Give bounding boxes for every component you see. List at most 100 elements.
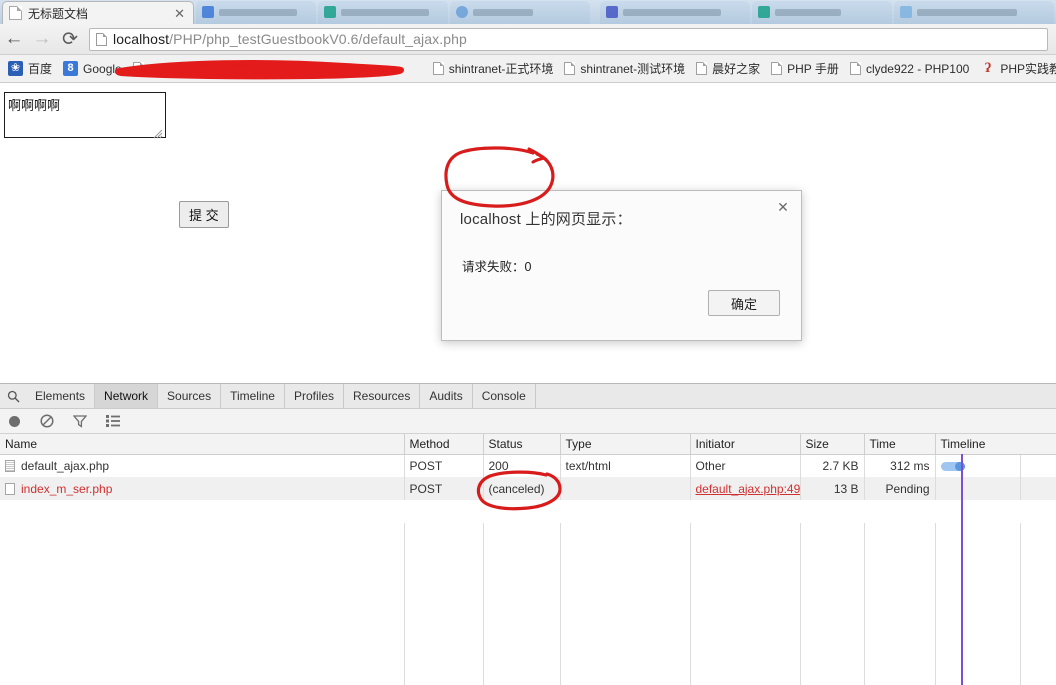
- document-icon: [5, 482, 15, 495]
- tab-resources[interactable]: Resources: [344, 384, 421, 408]
- bookmark-shintranet-prod[interactable]: shintranet-正式环境: [429, 58, 561, 79]
- column-header-name[interactable]: Name: [0, 434, 405, 455]
- tab-sources[interactable]: Sources: [158, 384, 222, 408]
- network-requests-table: Name Method Status Type Initiator Size T…: [0, 434, 1056, 685]
- google-icon: 8: [63, 61, 79, 76]
- page-viewport: 提 交 localhost 上的网页显示： ✕ 请求失败：0 确定: [0, 84, 1056, 383]
- tab-audits[interactable]: Audits: [420, 384, 473, 408]
- column-header-initiator[interactable]: Initiator: [690, 434, 801, 455]
- bookmark-google[interactable]: 8 Google: [59, 59, 129, 78]
- page-icon: [849, 62, 861, 75]
- bookmark-label: clyde922 - PHP100: [865, 61, 970, 76]
- table-header-row: Name Method Status Type Initiator Size T…: [0, 434, 1056, 455]
- cell-timeline: [935, 477, 1021, 500]
- cell-name[interactable]: index_m_ser.php: [0, 477, 405, 500]
- php-icon: ʔ: [984, 61, 991, 76]
- table-filler-row: [0, 592, 1056, 615]
- tab-elements[interactable]: Elements: [26, 384, 96, 408]
- submit-button[interactable]: 提 交: [179, 201, 229, 228]
- bookmark-label: 晨好之家: [712, 62, 761, 76]
- table-filler-row: [0, 500, 1056, 523]
- initiator-link[interactable]: default_ajax.php:49: [696, 482, 800, 496]
- page-info-icon[interactable]: [96, 32, 107, 46]
- timeline-divider-line: [961, 454, 963, 685]
- cell-method: POST: [404, 477, 484, 500]
- browser-tab-active[interactable]: 无标题文档 ✕: [2, 1, 194, 24]
- table-row[interactable]: default_ajax.php POST 200 text/html Othe…: [0, 454, 1056, 477]
- bookmark-label: shintranet-正式环境: [448, 62, 554, 76]
- bookmark-baidu[interactable]: ❀ 百度: [4, 58, 59, 79]
- cell-status: (canceled): [483, 477, 561, 500]
- column-header-timeline[interactable]: Timeline: [935, 434, 1056, 455]
- request-name: default_ajax.php: [21, 458, 110, 473]
- column-header-method[interactable]: Method: [404, 434, 484, 455]
- devtools-tab-bar: Elements Network Sources Timeline Profil…: [0, 384, 1056, 409]
- column-header-time[interactable]: Time: [864, 434, 936, 455]
- url-host: localhost: [113, 31, 170, 47]
- dialog-message: 请求失败：0: [462, 260, 532, 274]
- bookmark-label: PHP实践教程: [1000, 62, 1056, 76]
- network-toolbar: [0, 409, 1056, 434]
- document-icon: [5, 459, 15, 472]
- close-icon[interactable]: ✕: [774, 198, 792, 216]
- bookmark-chenhao-home[interactable]: 晨好之家: [692, 58, 767, 79]
- url-path: /PHP/php_testGuestbookV0.6/default_ajax.…: [169, 31, 467, 47]
- tab-blurred-3[interactable]: [450, 1, 590, 24]
- page-icon: [771, 62, 783, 75]
- cell-timeline-overflow: [1020, 477, 1056, 500]
- tab-blurred-2[interactable]: [318, 1, 448, 24]
- cell-time: Pending: [864, 477, 936, 500]
- search-icon[interactable]: [0, 384, 26, 408]
- cell-type: [560, 477, 691, 500]
- column-header-status[interactable]: Status: [483, 434, 561, 455]
- guestbook-message-textarea[interactable]: [4, 92, 166, 138]
- network-requests-table-wrapper[interactable]: Name Method Status Type Initiator Size T…: [0, 434, 1056, 685]
- clear-button[interactable]: [37, 411, 57, 431]
- page-icon: [132, 62, 144, 75]
- cell-type: text/html: [560, 454, 691, 477]
- cell-size: 13 B: [800, 477, 865, 500]
- tab-profiles[interactable]: Profiles: [285, 384, 344, 408]
- page-icon: [432, 62, 444, 75]
- cell-status: 200: [483, 454, 561, 477]
- bookmark-php-manual[interactable]: PHP 手册: [767, 58, 846, 79]
- page-icon: [696, 62, 708, 75]
- browser-window: 无标题文档 ✕ ← → ⟳ localhost/PHP/php_testGues…: [0, 0, 1056, 685]
- tab-network[interactable]: Network: [95, 384, 159, 408]
- cell-timeline: [935, 454, 1021, 477]
- tab-blurred-4[interactable]: [600, 1, 750, 24]
- reload-button[interactable]: ⟳: [56, 26, 84, 52]
- dialog-ok-button[interactable]: 确定: [708, 290, 780, 316]
- cell-name[interactable]: default_ajax.php: [0, 454, 405, 477]
- table-row[interactable]: index_m_ser.php POST (canceled) default_…: [0, 477, 1056, 500]
- bookmark-redacted[interactable]: [129, 60, 429, 78]
- tab-blurred-1[interactable]: [196, 1, 316, 24]
- forward-button[interactable]: →: [28, 26, 56, 52]
- tab-console[interactable]: Console: [473, 384, 536, 408]
- cell-initiator[interactable]: default_ajax.php:49: [690, 477, 801, 500]
- tab-blurred-5[interactable]: [752, 1, 892, 24]
- cell-size: 2.7 KB: [800, 454, 865, 477]
- cell-time: 312 ms: [864, 454, 936, 477]
- bookmark-php-tutorial[interactable]: ʔ PHP实践教程: [976, 58, 1056, 79]
- column-header-type[interactable]: Type: [560, 434, 691, 455]
- baidu-icon: ❀: [8, 61, 23, 76]
- cell-method: POST: [404, 454, 484, 477]
- bookmark-clyde922-php100[interactable]: clyde922 - PHP100: [846, 60, 976, 78]
- back-button[interactable]: ←: [0, 26, 28, 52]
- list-view-button[interactable]: [103, 411, 123, 431]
- record-button[interactable]: [4, 411, 24, 431]
- bookmark-label: 百度: [28, 62, 53, 76]
- dialog-title: localhost 上的网页显示：: [460, 211, 632, 228]
- tab-close-icon[interactable]: ✕: [172, 7, 187, 20]
- cell-initiator: Other: [690, 454, 801, 477]
- address-bar[interactable]: localhost/PHP/php_testGuestbookV0.6/defa…: [89, 27, 1048, 51]
- cell-timeline-overflow: [1020, 454, 1056, 477]
- bookmark-shintranet-test[interactable]: shintranet-测试环境: [560, 58, 692, 79]
- devtools-panel: Elements Network Sources Timeline Profil…: [0, 383, 1056, 685]
- tab-blurred-6[interactable]: [894, 1, 1054, 24]
- tab-timeline[interactable]: Timeline: [221, 384, 285, 408]
- column-header-size[interactable]: Size: [800, 434, 865, 455]
- filter-button[interactable]: [70, 411, 90, 431]
- tab-strip: 无标题文档 ✕: [0, 0, 1056, 24]
